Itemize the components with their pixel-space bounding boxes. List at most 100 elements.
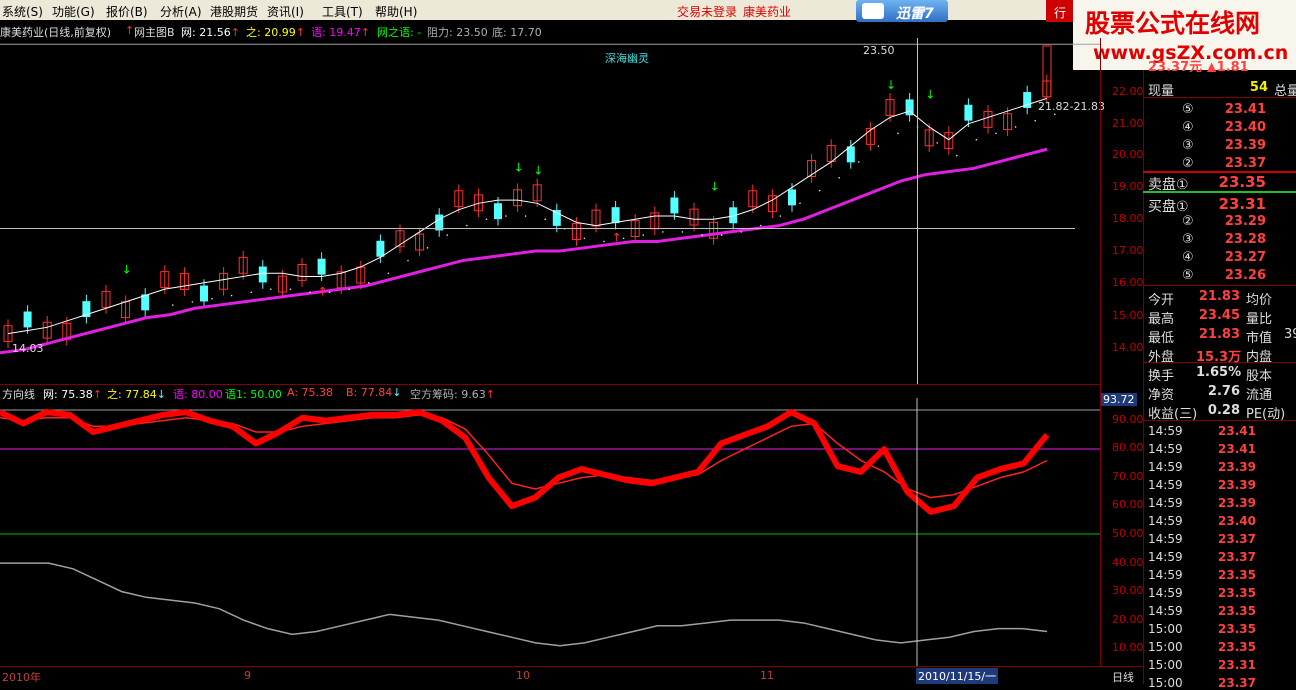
stat-value: 0.28	[1207, 403, 1240, 418]
osc-tick: 60.00	[1112, 498, 1144, 511]
support-dot	[956, 154, 958, 157]
support-dot	[760, 224, 762, 227]
buy-level-price: 23.28	[1224, 232, 1266, 247]
candle-body	[611, 207, 620, 224]
crosshair-vertical	[917, 38, 918, 384]
period-label[interactable]: 日线	[1112, 669, 1134, 685]
menu-info[interactable]: 资讯(I)	[267, 3, 304, 20]
candle-body	[200, 285, 208, 302]
support-dot	[642, 234, 644, 236]
stat-value-2: 39	[1284, 327, 1296, 342]
tick-price: 23.41	[1218, 424, 1256, 438]
crosshair-horizontal	[0, 228, 1075, 229]
support-dot	[524, 215, 527, 217]
tick-price: 23.41	[1218, 442, 1256, 456]
tick-time: 14:59	[1148, 460, 1183, 474]
price-tick: 17.00	[1112, 244, 1144, 257]
tick-price: 23.39	[1218, 496, 1256, 510]
main-chart[interactable]: ↓ ↓ ↓ ↓ ↓ ↓ ↑ ↑	[0, 38, 1143, 384]
support-dot	[799, 202, 801, 205]
menu-system[interactable]: 系统(S)	[2, 3, 43, 20]
stat-value: 2.76	[1207, 384, 1240, 399]
support-dot	[211, 297, 213, 300]
stat-value: 15.3万	[1196, 350, 1242, 365]
buy-level-price: 23.27	[1224, 250, 1266, 265]
stat-label-2: 流通	[1246, 388, 1273, 403]
support-dot	[1034, 119, 1036, 122]
stat-label: 今开	[1148, 293, 1175, 308]
price-tick: 14.00	[1112, 341, 1144, 354]
menu-quote[interactable]: 报价(B)	[106, 3, 148, 20]
stat-label: 收益(三)	[1148, 407, 1198, 422]
menu-function[interactable]: 功能(G)	[52, 3, 95, 20]
tick-price: 23.35	[1218, 586, 1256, 600]
support-dot	[838, 177, 840, 179]
menu-hk-futures[interactable]: 港股期货	[210, 3, 258, 20]
buy-level-price: 23.26	[1224, 268, 1266, 283]
tick-time: 14:59	[1148, 586, 1183, 600]
xunlei-badge[interactable]: 迅雷7	[856, 0, 948, 22]
support-dot	[250, 291, 252, 294]
support-dot	[172, 304, 174, 306]
hang-button[interactable]: 行	[1046, 0, 1073, 22]
chart-header: 康美药业(日线,前复权) ↑ 网主图B 网: 21.56↑ 之: 20.99↑ …	[0, 24, 1100, 39]
tick-time: 14:59	[1148, 478, 1183, 492]
osc-tick: 40.00	[1112, 556, 1144, 569]
menu-help[interactable]: 帮助(H)	[375, 3, 417, 20]
sell-level-price: 23.37	[1224, 156, 1266, 171]
support-dot	[426, 247, 429, 249]
buy-level-label: ②	[1182, 214, 1194, 229]
buy-signal-icon: ↑	[318, 285, 328, 299]
candle-body	[670, 197, 679, 214]
sell-level-label: ③	[1182, 138, 1194, 153]
stat-label-2: 市值	[1246, 331, 1273, 346]
date-axis: 2010年 9 10 11 2010/11/15/一 日线	[0, 666, 1143, 685]
date-label: 10	[516, 669, 530, 682]
price-tick: 21.00	[1112, 117, 1144, 130]
tick-price: 23.35	[1218, 640, 1256, 654]
support-dot	[348, 288, 351, 290]
candle-body	[494, 203, 502, 220]
stat-label-2: 股本	[1246, 369, 1273, 384]
sell-level-price: 23.41	[1224, 102, 1266, 117]
support-dot	[505, 215, 507, 217]
support-dot	[328, 291, 331, 294]
sell-signal-icon: ↓	[925, 87, 935, 101]
support-dot	[446, 234, 449, 236]
buy-level-label: ③	[1182, 232, 1194, 247]
buy1-price: 23.31	[1218, 195, 1266, 213]
candle-body	[317, 258, 326, 275]
support-dot	[1054, 113, 1056, 116]
support-dot	[681, 231, 684, 233]
tick-time: 14:59	[1148, 532, 1183, 546]
oscillator-chart[interactable]	[0, 398, 1143, 666]
sell-level-label: ⑤	[1182, 102, 1194, 117]
support-dot	[544, 218, 546, 220]
buy-level-price: 23.29	[1224, 214, 1266, 229]
tick-price: 23.31	[1218, 658, 1256, 672]
sell1-price: 23.35	[1218, 173, 1266, 191]
support-dot	[191, 301, 194, 303]
osc-tick: 20.00	[1112, 613, 1144, 626]
support-dot	[603, 240, 605, 243]
candle-body	[258, 266, 267, 283]
sell-level-label: ②	[1182, 156, 1194, 171]
tick-price: 23.37	[1218, 550, 1256, 564]
support-dot	[936, 142, 938, 144]
low-label: 14.03	[12, 342, 44, 355]
menu-tools[interactable]: 工具(T)	[322, 3, 363, 20]
price-tick: 22.00	[1112, 85, 1144, 98]
sell-signal-icon: ↓	[533, 164, 543, 178]
support-dot	[407, 259, 409, 262]
osc-tick: 90.00	[1112, 413, 1144, 426]
support-dot	[289, 288, 292, 290]
high-label: 23.50	[863, 44, 895, 57]
price-tick: 20.00	[1112, 148, 1144, 161]
menu-analysis[interactable]: 分析(A)	[160, 3, 202, 20]
login-warning: 交易未登录	[677, 5, 738, 19]
support-dot	[897, 132, 899, 135]
support-dot	[877, 145, 880, 147]
support-dot	[779, 215, 782, 217]
watermark-title: 股票公式在线网	[1085, 9, 1261, 38]
stat-label-2: 均价	[1246, 293, 1273, 308]
